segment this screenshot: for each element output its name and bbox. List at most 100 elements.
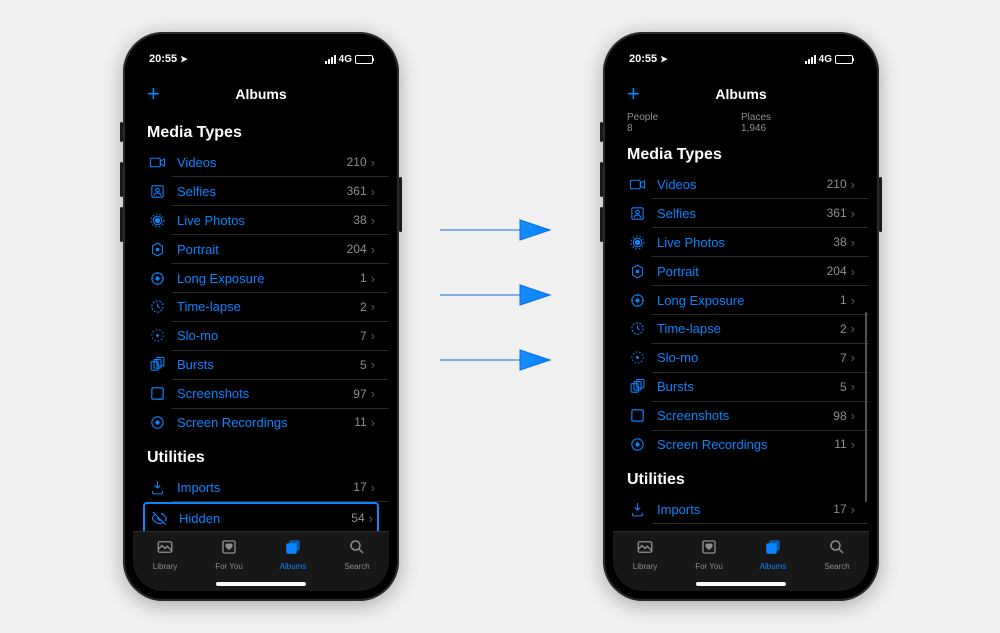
album-row-slomo[interactable]: Slo-mo 7 › bbox=[133, 321, 389, 350]
content-area[interactable]: People8 Places1,946 Media Types Videos 2… bbox=[613, 112, 869, 531]
albums-icon bbox=[763, 538, 783, 561]
home-indicator[interactable] bbox=[696, 582, 786, 586]
chevron-right-icon: › bbox=[369, 511, 373, 526]
album-row-hidden[interactable]: Hidden 54 › bbox=[147, 504, 375, 531]
tab-library[interactable]: Library bbox=[133, 532, 197, 591]
tab-label: Albums bbox=[760, 562, 787, 571]
album-row-portrait[interactable]: Portrait 204 › bbox=[613, 257, 869, 286]
tab-label: Library bbox=[633, 562, 657, 571]
add-button[interactable]: + bbox=[627, 81, 640, 107]
tab-label: Albums bbox=[280, 562, 307, 571]
battery-icon bbox=[355, 55, 373, 64]
row-count: 204 bbox=[827, 264, 847, 278]
album-row-slomo[interactable]: Slo-mo 7 › bbox=[613, 343, 869, 372]
album-row-screenshot[interactable]: Screenshots 98 › bbox=[613, 401, 869, 430]
album-row-live[interactable]: Live Photos 38 › bbox=[133, 206, 389, 235]
library-icon bbox=[635, 538, 655, 561]
album-row-record[interactable]: Screen Recordings 11 › bbox=[133, 408, 389, 437]
row-label: Selfies bbox=[657, 206, 827, 221]
album-row-selfie[interactable]: Selfies 361 › bbox=[133, 177, 389, 206]
row-count: 97 bbox=[353, 387, 366, 401]
tab-search[interactable]: Search bbox=[805, 532, 869, 591]
nav-bar: + Albums bbox=[613, 76, 869, 112]
section-media-types: Media Types bbox=[613, 134, 869, 170]
row-count: 54 bbox=[351, 511, 364, 525]
chevron-right-icon: › bbox=[371, 271, 375, 286]
album-row-portrait[interactable]: Portrait 204 › bbox=[133, 235, 389, 264]
chevron-right-icon: › bbox=[371, 213, 375, 228]
row-label: Bursts bbox=[657, 379, 840, 394]
home-indicator[interactable] bbox=[216, 582, 306, 586]
page-title: Albums bbox=[715, 86, 766, 102]
phone-frame-right: 20:55 ➤ 4G + Albums People8 Places1,946 … bbox=[603, 32, 879, 601]
tab-search[interactable]: Search bbox=[325, 532, 389, 591]
video-icon bbox=[627, 174, 647, 194]
album-row-import[interactable]: Imports 17 › bbox=[613, 495, 869, 524]
live-icon bbox=[147, 210, 167, 230]
album-row-burst[interactable]: Bursts 5 › bbox=[613, 372, 869, 401]
tab-label: Search bbox=[344, 562, 369, 571]
arrow-icon bbox=[435, 215, 555, 245]
peek-row: People8 Places1,946 bbox=[613, 112, 869, 134]
album-row-longexp[interactable]: Long Exposure 1 › bbox=[133, 264, 389, 293]
album-row-burst[interactable]: Bursts 5 › bbox=[133, 350, 389, 379]
album-row-video[interactable]: Videos 210 › bbox=[133, 148, 389, 177]
foryou-icon bbox=[699, 538, 719, 561]
row-count: 17 bbox=[353, 480, 366, 494]
tab-library[interactable]: Library bbox=[613, 532, 677, 591]
selfie-icon bbox=[627, 203, 647, 223]
portrait-icon bbox=[627, 261, 647, 281]
row-label: Selfies bbox=[177, 184, 347, 199]
peek-places-count: 1,946 bbox=[741, 123, 855, 134]
album-row-longexp[interactable]: Long Exposure 1 › bbox=[613, 286, 869, 315]
burst-icon bbox=[627, 377, 647, 397]
row-label: Portrait bbox=[657, 264, 827, 279]
slomo-icon bbox=[627, 348, 647, 368]
row-count: 38 bbox=[353, 213, 366, 227]
content-area[interactable]: Media Types Videos 210 › Selfies 361 › L… bbox=[133, 112, 389, 531]
row-count: 5 bbox=[840, 380, 847, 394]
row-count: 210 bbox=[347, 155, 367, 169]
row-label: Imports bbox=[657, 502, 833, 517]
row-count: 7 bbox=[840, 351, 847, 365]
row-label: Bursts bbox=[177, 357, 360, 372]
signal-icon bbox=[805, 55, 816, 64]
album-row-live[interactable]: Live Photos 38 › bbox=[613, 228, 869, 257]
chevron-right-icon: › bbox=[851, 235, 855, 250]
page-title: Albums bbox=[235, 86, 286, 102]
row-label: Videos bbox=[177, 155, 347, 170]
row-count: 17 bbox=[833, 502, 846, 516]
row-count: 11 bbox=[834, 437, 846, 451]
album-row-timelapse[interactable]: Time-lapse 2 › bbox=[133, 292, 389, 321]
chevron-right-icon: › bbox=[851, 437, 855, 452]
row-label: Live Photos bbox=[657, 235, 833, 250]
chevron-right-icon: › bbox=[851, 177, 855, 192]
screen-right: 20:55 ➤ 4G + Albums People8 Places1,946 … bbox=[613, 42, 869, 591]
scroll-indicator[interactable] bbox=[865, 312, 867, 502]
add-button[interactable]: + bbox=[147, 81, 160, 107]
album-row-import[interactable]: Imports 17 › bbox=[133, 473, 389, 502]
album-row-screenshot[interactable]: Screenshots 97 › bbox=[133, 379, 389, 408]
burst-icon bbox=[147, 355, 167, 375]
album-row-video[interactable]: Videos 210 › bbox=[613, 170, 869, 199]
chevron-right-icon: › bbox=[851, 379, 855, 394]
record-icon bbox=[147, 412, 167, 432]
tab-label: Search bbox=[824, 562, 849, 571]
import-icon bbox=[627, 499, 647, 519]
row-count: 210 bbox=[827, 177, 847, 191]
hidden-icon bbox=[149, 508, 169, 528]
row-count: 361 bbox=[347, 184, 367, 198]
chevron-right-icon: › bbox=[851, 350, 855, 365]
album-row-timelapse[interactable]: Time-lapse 2 › bbox=[613, 314, 869, 343]
album-row-record[interactable]: Screen Recordings 11 › bbox=[613, 430, 869, 459]
row-count: 38 bbox=[833, 235, 846, 249]
album-row-trash[interactable]: Recently Deleted 5 › bbox=[613, 524, 869, 531]
highlight-box: Hidden 54 › bbox=[143, 502, 379, 531]
row-label: Long Exposure bbox=[657, 293, 840, 308]
row-label: Screen Recordings bbox=[177, 415, 354, 430]
row-count: 2 bbox=[840, 322, 847, 336]
chevron-right-icon: › bbox=[851, 321, 855, 336]
album-row-selfie[interactable]: Selfies 361 › bbox=[613, 199, 869, 228]
row-count: 11 bbox=[354, 415, 366, 429]
screen-left: 20:55 ➤ 4G + Albums Media Types Videos 2… bbox=[133, 42, 389, 591]
